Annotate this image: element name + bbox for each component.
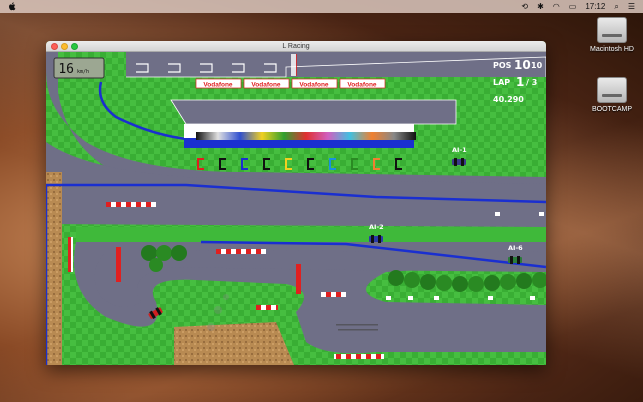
desktop-icon-label: BOOTCAMP: [591, 106, 633, 113]
grass-divider: [76, 227, 546, 242]
menubar-clock[interactable]: 17:12: [585, 2, 605, 11]
desktop-icon-bootcamp[interactable]: BOOTCAMP: [580, 77, 643, 113]
window-titlebar[interactable]: L Racing: [46, 41, 546, 52]
car-label: AI-2: [369, 223, 384, 231]
minimize-button[interactable]: [61, 43, 68, 50]
battery-icon[interactable]: ▭: [569, 2, 577, 11]
desktop-icon-macintosh-hd[interactable]: Macintosh HD: [580, 17, 643, 53]
pos-total: 10: [531, 61, 543, 70]
pos-value: 10: [514, 58, 531, 72]
sponsor-text: Vodafone: [251, 82, 281, 89]
menu-bar: ⟲ ✱ ◠ ▭ 17:12 ⌕ ☰: [0, 0, 643, 13]
game-window: L Racing Vodafone Vodafone Vodafone Voda…: [46, 41, 546, 365]
hard-drive-icon: [597, 17, 627, 43]
sponsor-text: Vodafone: [299, 82, 329, 89]
lap-total: / 3: [526, 78, 537, 87]
gravel-trap-bottom: [174, 322, 294, 365]
list-icon[interactable]: ☰: [628, 2, 635, 11]
speed-value: 16: [58, 62, 74, 77]
hard-drive-icon: [597, 77, 627, 103]
bluetooth-icon[interactable]: ✱: [537, 2, 544, 11]
gravel-trap-left: [46, 172, 62, 365]
zoom-button[interactable]: [71, 43, 78, 50]
wifi-icon[interactable]: ◠: [553, 2, 560, 11]
speed-unit: km/h: [77, 69, 89, 75]
time-machine-icon[interactable]: ⟲: [521, 2, 528, 11]
game-canvas[interactable]: Vodafone Vodafone Vodafone Vodafone AI-1…: [46, 52, 546, 365]
lap-label: LAP: [493, 78, 510, 87]
lap-value: 1: [516, 75, 524, 89]
close-button[interactable]: [51, 43, 58, 50]
speedometer: 16 km/h: [53, 57, 105, 79]
apple-icon[interactable]: [8, 2, 16, 11]
race-timer: 40.290: [493, 95, 524, 104]
search-icon[interactable]: ⌕: [614, 2, 618, 12]
pos-label: POS: [493, 61, 512, 70]
car-label: AI-1: [452, 146, 467, 154]
sponsor-text: Vodafone: [347, 82, 377, 89]
sponsor-text: Vodafone: [203, 82, 233, 89]
desktop-icon-label: Macintosh HD: [590, 46, 634, 53]
window-title: L Racing: [282, 43, 310, 50]
car-label: AI-6: [508, 244, 523, 252]
